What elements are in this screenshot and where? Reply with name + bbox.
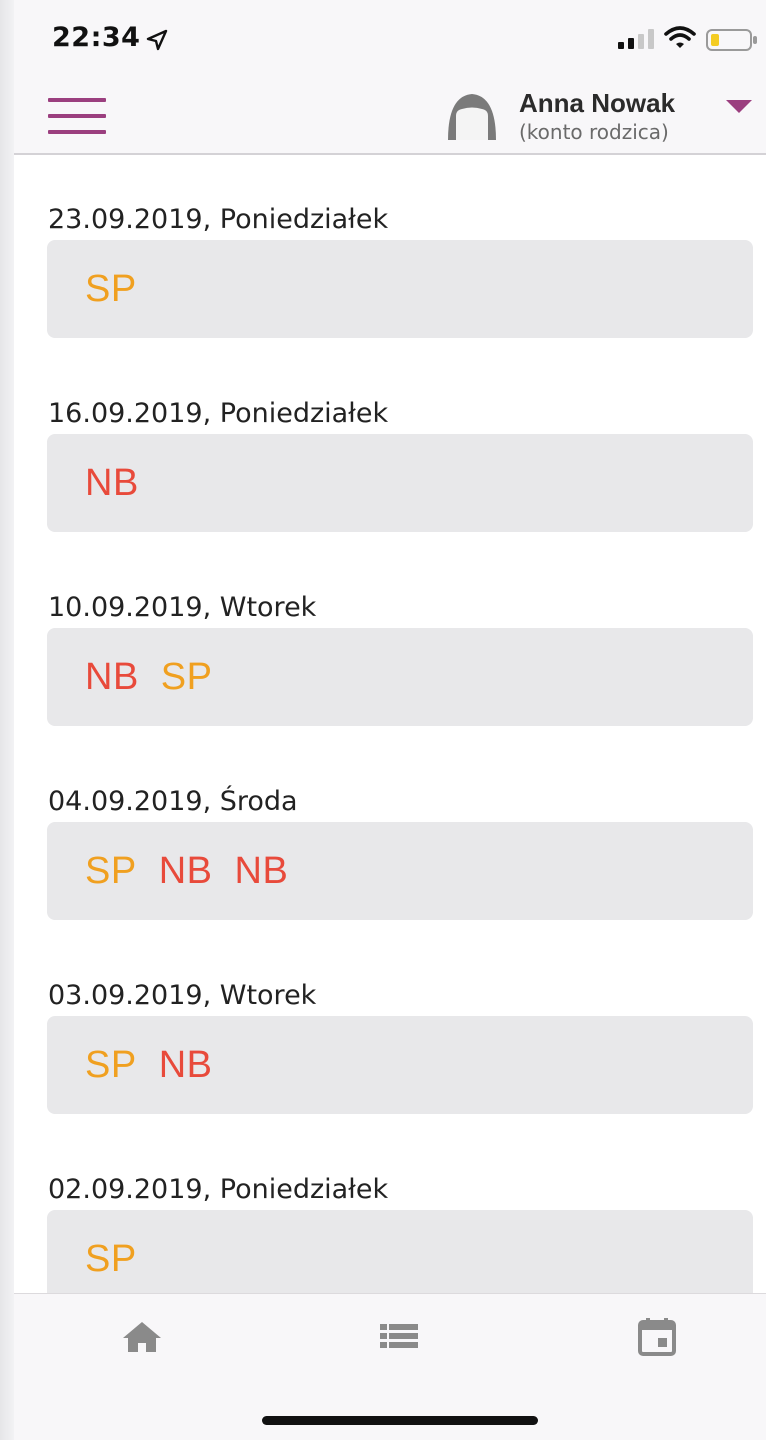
attendance-card[interactable]: SP NB NB [47,822,753,920]
attendance-entry: 23.09.2019, Poniedziałek SP [14,204,766,344]
entry-date: 04.09.2019, Środa [48,786,298,817]
entry-date: 10.09.2019, Wtorek [48,592,317,623]
attendance-mark-nb[interactable]: NB [85,462,139,505]
attendance-card[interactable]: SP NB [47,1016,753,1114]
home-icon[interactable] [119,1316,165,1356]
calendar-icon[interactable] [634,1316,680,1356]
attendance-mark-nb[interactable]: NB [159,1044,213,1087]
app-header: Anna Nowak (konto rodzica) [14,78,766,155]
user-avatar-icon [448,94,496,140]
wifi-icon [664,26,696,48]
attendance-entry: 04.09.2019, Środa SP NB NB [14,786,766,926]
battery-low-icon [706,29,757,51]
attendance-card[interactable]: NB SP [47,628,753,726]
home-indicator[interactable] [262,1416,538,1425]
entry-date: 16.09.2019, Poniedziałek [48,398,389,429]
list-icon[interactable] [376,1316,422,1356]
attendance-mark-nb[interactable]: NB [235,850,289,893]
attendance-entry: 10.09.2019, Wtorek NB SP [14,592,766,732]
attendance-card[interactable]: SP [47,240,753,338]
attendance-entry: 02.09.2019, Poniedziałek SP [14,1174,766,1293]
entry-date: 02.09.2019, Poniedziałek [48,1174,389,1205]
attendance-mark-sp[interactable]: SP [85,1238,137,1281]
attendance-entry: 16.09.2019, Poniedziałek NB [14,398,766,538]
entry-date: 03.09.2019, Wtorek [48,980,317,1011]
signal-bars-icon [618,29,654,49]
attendance-mark-sp[interactable]: SP [85,1044,137,1087]
attendance-card[interactable]: SP [47,1210,753,1293]
user-role: (konto rodzica) [519,120,669,144]
entry-date: 23.09.2019, Poniedziałek [48,204,389,235]
attendance-mark-nb[interactable]: NB [85,656,139,699]
attendance-mark-nb[interactable]: NB [159,850,213,893]
attendance-mark-sp[interactable]: SP [161,656,213,699]
attendance-mark-sp[interactable]: SP [85,268,137,311]
attendance-card[interactable]: NB [47,434,753,532]
status-time: 22:34 [52,22,141,53]
hamburger-menu-icon[interactable] [48,98,106,134]
attendance-list[interactable]: 23.09.2019, Poniedziałek SP 16.09.2019, Po… [14,157,766,1293]
attendance-entry: 03.09.2019, Wtorek SP NB [14,980,766,1120]
attendance-mark-sp[interactable]: SP [85,850,137,893]
app-screen: 22:34 Anna Nowak (konto rodzica) 23.09.2… [14,0,766,1440]
location-arrow-icon [146,29,168,51]
user-name[interactable]: Anna Nowak [519,88,675,119]
screen-edge [0,0,14,1440]
caret-down-icon[interactable] [726,100,752,114]
status-bar: 22:34 [14,0,766,78]
